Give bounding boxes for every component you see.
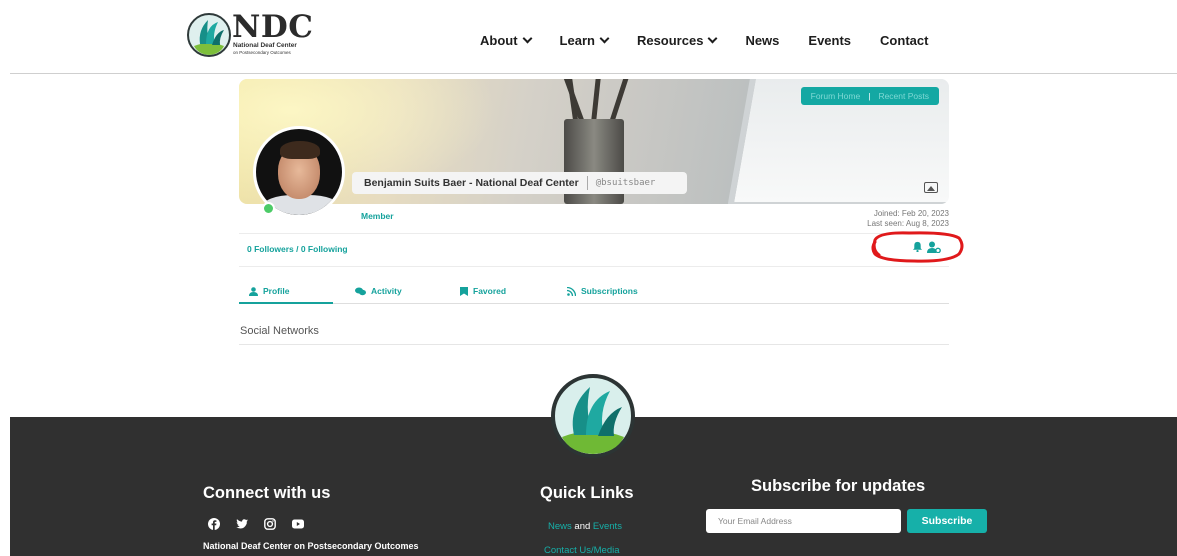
profile-handle: @bsuitsbaer xyxy=(595,178,656,188)
nav-learn[interactable]: Learn xyxy=(559,33,610,48)
tab-subscriptions[interactable]: Subscriptions xyxy=(567,286,638,296)
chevron-down-icon xyxy=(707,33,718,44)
news-link[interactable]: News xyxy=(548,521,572,532)
nav-label: Contact xyxy=(880,33,929,48)
quick-links-news-events: News and Events xyxy=(548,521,622,532)
quick-links-heading: Quick Links xyxy=(540,484,634,502)
main-nav: About Learn Resources News Events Contac… xyxy=(480,33,957,48)
twitter-icon[interactable] xyxy=(236,518,248,530)
nav-contact[interactable]: Contact xyxy=(880,33,928,48)
tab-label: Profile xyxy=(263,286,290,296)
page: NDC National Deaf Center on Postsecondar… xyxy=(0,0,1177,556)
nav-about[interactable]: About xyxy=(480,33,532,48)
bookmark-icon xyxy=(460,286,468,296)
name-divider xyxy=(586,176,588,190)
nav-news[interactable]: News xyxy=(745,33,779,48)
chevron-down-icon xyxy=(599,33,610,44)
subscribe-heading: Subscribe for updates xyxy=(751,477,926,495)
header-divider xyxy=(10,73,1177,74)
divider xyxy=(239,266,949,267)
join-info: Joined: Feb 20, 2023 Last seen: Aug 8, 2… xyxy=(867,209,949,229)
active-tab-underline xyxy=(239,302,333,304)
profile-tabs: Profile Activity Favored Subscriptions xyxy=(239,282,949,304)
connect-heading: Connect with us xyxy=(203,484,331,502)
nav-label: Resources xyxy=(636,33,704,48)
change-cover-image-icon[interactable] xyxy=(924,182,938,193)
divider xyxy=(239,344,949,345)
nav-label: Events xyxy=(808,33,852,48)
cover-links: Forum Home | Recent Posts xyxy=(800,87,939,105)
logo-subtitle: National Deaf Center xyxy=(233,42,297,49)
tab-label: Subscriptions xyxy=(581,286,638,296)
youtube-icon[interactable] xyxy=(292,518,304,530)
instagram-icon[interactable] xyxy=(264,518,276,530)
recent-posts-link[interactable]: Recent Posts xyxy=(878,91,929,101)
user-icon xyxy=(249,286,258,296)
social-icons xyxy=(208,518,320,530)
avatar-hair xyxy=(280,141,320,159)
tab-activity[interactable]: Activity xyxy=(355,286,402,296)
profile-name-box: Benjamin Suits Baer - National Deaf Cent… xyxy=(352,172,688,194)
nav-resources[interactable]: Resources xyxy=(636,33,718,48)
profile-name: Benjamin Suits Baer - National Deaf Cent… xyxy=(364,177,579,189)
and-text: and xyxy=(574,521,591,532)
rss-icon xyxy=(567,286,576,296)
tab-profile[interactable]: Profile xyxy=(249,286,289,296)
comments-icon xyxy=(355,287,366,295)
contact-media-link[interactable]: Contact Us/Media xyxy=(544,545,620,556)
cover-pencil xyxy=(591,79,603,124)
nav-label: Learn xyxy=(559,33,595,48)
followers-link[interactable]: 0 Followers / 0 Following xyxy=(247,244,348,254)
tab-label: Activity xyxy=(371,286,402,296)
subscribe-button[interactable]: Subscribe xyxy=(907,509,987,533)
ndc-leaf-logo-icon xyxy=(551,374,635,458)
email-input[interactable] xyxy=(706,509,901,533)
events-link[interactable]: Events xyxy=(593,521,622,532)
ndc-leaf-logo-icon xyxy=(187,13,231,57)
logo-text: NDC xyxy=(232,9,314,45)
divider xyxy=(239,233,949,234)
facebook-icon[interactable] xyxy=(208,518,220,530)
forum-home-link[interactable]: Forum Home xyxy=(811,91,861,101)
link-separator: | xyxy=(868,91,871,101)
joined-date: Joined: Feb 20, 2023 xyxy=(873,209,949,218)
organization-name: National Deaf Center on Postsecondary Ou… xyxy=(203,541,419,551)
nav-events[interactable]: Events xyxy=(808,33,851,48)
chevron-down-icon xyxy=(522,33,532,44)
site-header: NDC National Deaf Center on Postsecondar… xyxy=(0,0,1177,74)
online-status-indicator xyxy=(262,202,275,215)
member-role: Member xyxy=(361,211,394,221)
tab-label: Favored xyxy=(473,286,507,296)
nav-label: About xyxy=(480,33,518,48)
social-networks-heading: Social Networks xyxy=(240,325,319,337)
ndc-logo[interactable]: NDC National Deaf Center on Postsecondar… xyxy=(186,9,326,58)
red-annotation-circle xyxy=(871,231,964,263)
logo-tagline: on Postsecondary Outcomes xyxy=(233,50,291,55)
tab-favored[interactable]: Favored xyxy=(460,286,506,296)
nav-label: News xyxy=(745,33,780,48)
